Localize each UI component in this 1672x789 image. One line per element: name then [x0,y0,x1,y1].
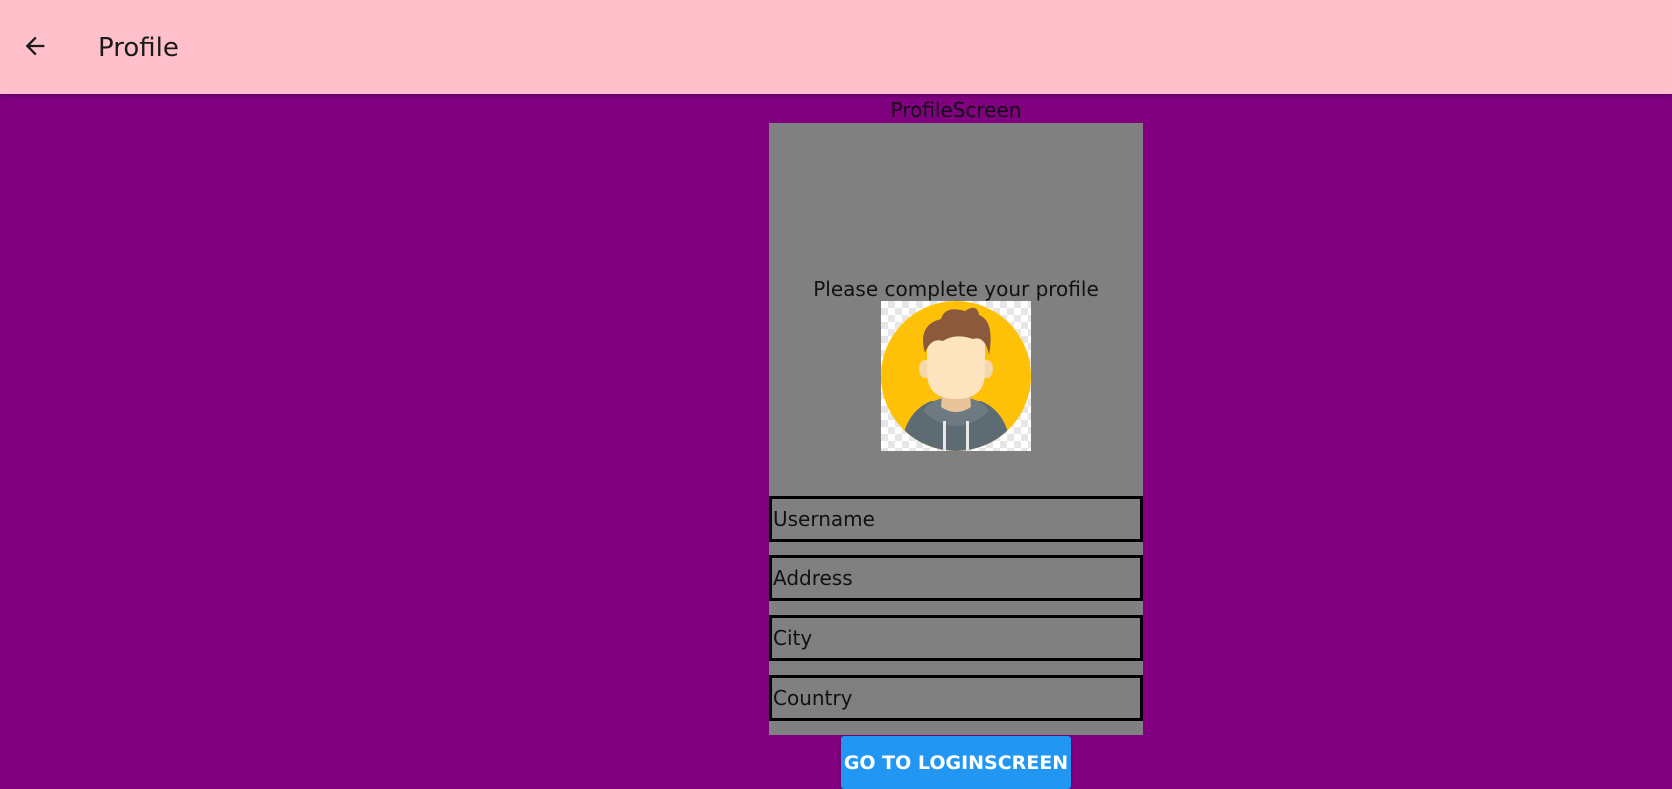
user-avatar-icon [881,301,1031,451]
profile-panel: Please complete your profile [769,123,1143,735]
avatar [881,301,1031,451]
username-input[interactable] [772,499,1140,539]
username-field[interactable] [769,496,1143,542]
city-field[interactable] [769,615,1143,661]
app-bar: Profile [0,0,1672,94]
go-to-login-button[interactable]: GO TO LOGINSCREEN [841,736,1071,789]
arrow-left-icon [25,36,45,56]
country-field[interactable] [769,675,1143,721]
screen-label: ProfileScreen [890,98,1022,122]
city-input[interactable] [772,618,1140,658]
back-button[interactable] [12,23,58,69]
country-input[interactable] [772,678,1140,718]
page-title: Profile [98,33,179,63]
address-input[interactable] [772,558,1140,598]
profile-prompt: Please complete your profile [813,277,1099,301]
address-field[interactable] [769,555,1143,601]
